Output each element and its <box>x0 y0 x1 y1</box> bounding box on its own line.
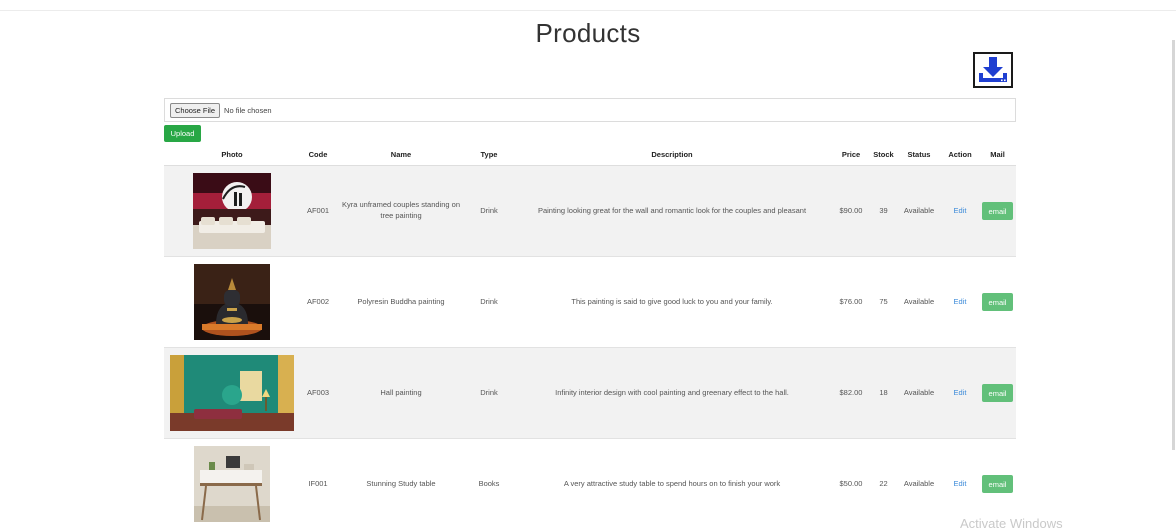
edit-link[interactable]: Edit <box>954 388 967 397</box>
name-cell: Polyresin Buddha painting <box>336 256 466 348</box>
price-cell: $82.00 <box>832 347 870 439</box>
table-row: IF001 Stunning Study table Books A very … <box>164 438 1016 529</box>
price-cell: $76.00 <box>832 256 870 348</box>
code-cell: IF001 <box>300 438 336 529</box>
table-row: AF001 Kyra unframed couples standing on … <box>164 165 1016 257</box>
photo-cell <box>164 256 300 348</box>
product-photo <box>194 446 270 522</box>
mail-cell: email <box>979 256 1016 348</box>
product-photo <box>193 173 271 249</box>
header-type: Type <box>466 144 512 166</box>
type-cell: Drink <box>466 256 512 348</box>
price-cell: $90.00 <box>832 165 870 257</box>
code-cell: AF003 <box>300 347 336 439</box>
status-cell: Available <box>897 165 941 257</box>
name-cell: Hall painting <box>336 347 466 439</box>
status-cell: Available <box>897 438 941 529</box>
status-cell: Available <box>897 256 941 348</box>
email-button[interactable]: email <box>982 384 1013 402</box>
email-button[interactable]: email <box>982 475 1013 493</box>
header-status: Status <box>897 144 941 166</box>
header-name: Name <box>336 144 466 166</box>
scrollbar[interactable] <box>1172 40 1175 450</box>
edit-link[interactable]: Edit <box>954 206 967 215</box>
name-cell: Stunning Study table <box>336 438 466 529</box>
file-input: Choose File No file chosen <box>164 98 1016 122</box>
description-cell: Infinity interior design with cool paint… <box>512 347 832 439</box>
page-title: Products <box>535 18 641 48</box>
top-divider <box>0 10 1176 11</box>
product-photo <box>170 355 294 431</box>
action-cell: Edit <box>941 256 979 348</box>
description-cell: A very attractive study table to spend h… <box>512 438 832 529</box>
product-photo <box>194 264 270 340</box>
stock-cell: 39 <box>870 165 897 257</box>
stock-cell: 75 <box>870 256 897 348</box>
products-table: Photo Code Name Type Description Price S… <box>164 144 1016 529</box>
mail-cell: email <box>979 165 1016 257</box>
email-button[interactable]: email <box>982 293 1013 311</box>
photo-cell <box>164 347 300 439</box>
download-icon <box>976 55 1010 85</box>
choose-file-button[interactable]: Choose File <box>170 102 221 118</box>
header-description: Description <box>512 144 832 166</box>
header-action: Action <box>941 144 979 166</box>
upload-button[interactable]: Upload <box>164 125 201 142</box>
mail-cell: email <box>979 347 1016 439</box>
stock-cell: 18 <box>870 347 897 439</box>
table-row: AF003 Hall painting Drink Infinity inter… <box>164 347 1016 439</box>
type-cell: Drink <box>466 347 512 439</box>
header-photo: Photo <box>164 144 300 166</box>
email-button[interactable]: email <box>982 202 1013 220</box>
download-button[interactable] <box>973 52 1013 88</box>
code-cell: AF001 <box>300 165 336 257</box>
description-cell: Painting looking great for the wall and … <box>512 165 832 257</box>
header-mail: Mail <box>979 144 1016 166</box>
photo-cell <box>164 165 300 257</box>
edit-link[interactable]: Edit <box>954 479 967 488</box>
action-cell: Edit <box>941 165 979 257</box>
name-cell: Kyra unframed couples standing on tree p… <box>336 165 466 257</box>
type-cell: Drink <box>466 165 512 257</box>
status-cell: Available <box>897 347 941 439</box>
header-stock: Stock <box>870 144 897 166</box>
photo-cell <box>164 438 300 529</box>
activation-watermark: Activate Windows <box>960 516 1063 531</box>
header-price: Price <box>832 144 870 166</box>
code-cell: AF002 <box>300 256 336 348</box>
table-row: AF002 Polyresin Buddha painting Drink Th… <box>164 256 1016 348</box>
action-cell: Edit <box>941 347 979 439</box>
table-header-row: Photo Code Name Type Description Price S… <box>164 144 1016 166</box>
edit-link[interactable]: Edit <box>954 297 967 306</box>
stock-cell: 22 <box>870 438 897 529</box>
type-cell: Books <box>466 438 512 529</box>
header-code: Code <box>300 144 336 166</box>
file-status-text: No file chosen <box>224 105 272 115</box>
price-cell: $50.00 <box>832 438 870 529</box>
description-cell: This painting is said to give good luck … <box>512 256 832 348</box>
